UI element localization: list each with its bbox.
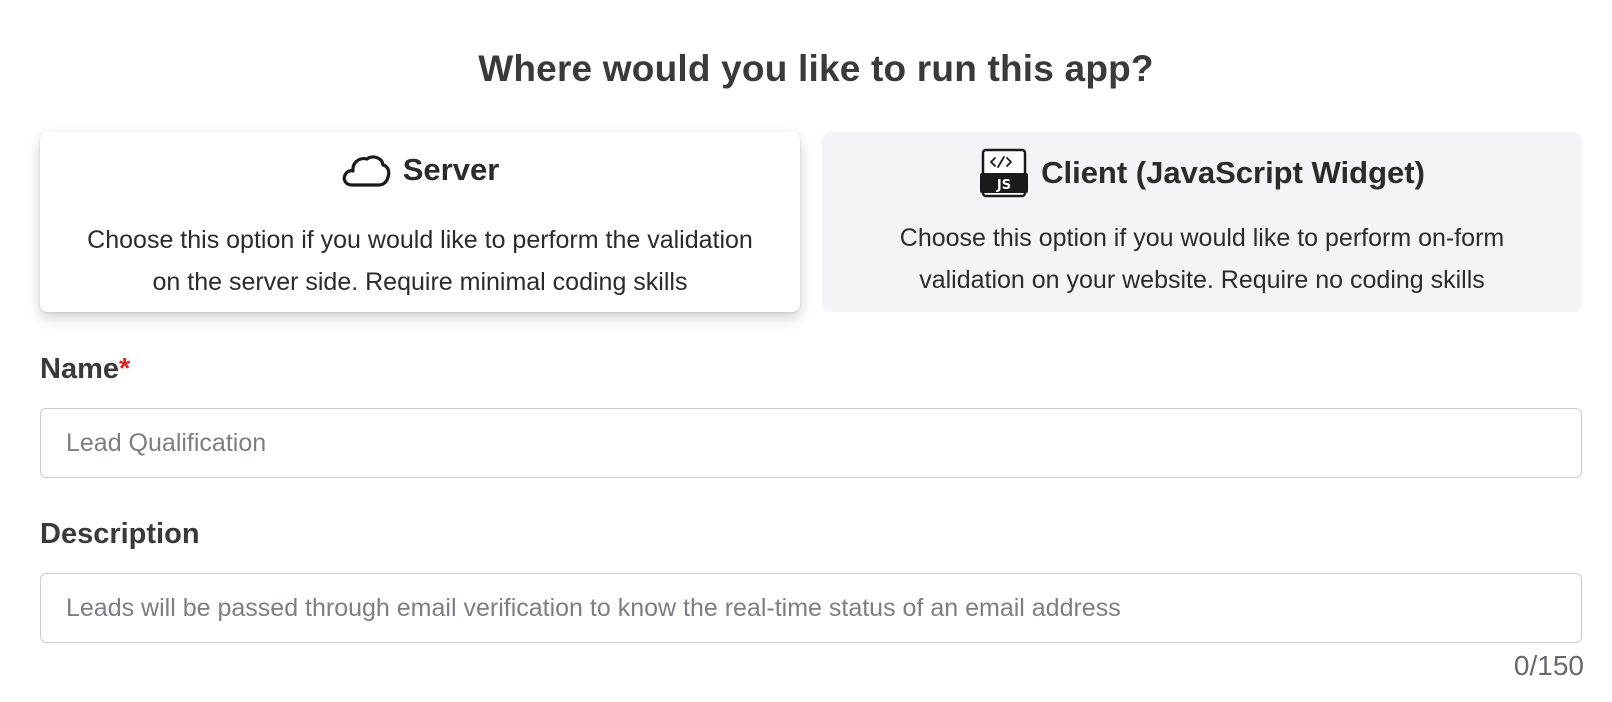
server-option-card[interactable]: Server Choose this option if you would l… [40,132,800,312]
character-counter: 0/150 [1513,650,1584,681]
page-title: Where would you like to run this app? [478,48,1154,89]
name-label-text: Name [40,353,119,385]
client-option-description: Choose this option if you would like to … [832,217,1572,301]
client-description-line: validation on your website. Require no c… [919,266,1485,294]
required-marker: * [119,353,131,385]
app-setup-form: Where would you like to run this app? Se… [0,0,1612,702]
name-label: Name* [40,353,130,386]
description-input[interactable] [40,573,1582,643]
client-option-card[interactable]: JS Client (JavaScript Widget) Choose thi… [822,132,1582,312]
name-input[interactable] [40,408,1582,478]
client-option-header: JS Client (JavaScript Widget) [822,148,1582,198]
server-description-line: Choose this option if you would like to … [87,226,753,254]
client-option-title: Client (JavaScript Widget) [1041,155,1425,190]
cloud-icon [341,151,391,189]
server-option-title: Server [402,152,500,187]
server-description-line: on the server side. Require minimal codi… [152,268,688,296]
svg-text:JS: JS [996,178,1011,193]
javascript-code-icon: JS [979,148,1029,198]
server-option-header: Server [40,148,800,192]
client-description-line: Choose this option if you would like to … [899,224,1505,252]
server-option-description: Choose this option if you would like to … [50,219,790,303]
description-label: Description [40,518,200,550]
